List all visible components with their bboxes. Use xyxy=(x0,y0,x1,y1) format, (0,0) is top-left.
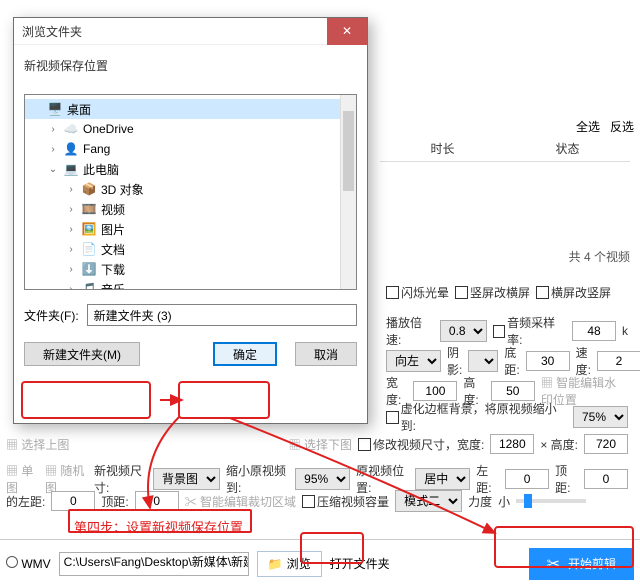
sample-rate-checkbox[interactable]: 音频采样率: xyxy=(493,314,566,348)
folder-icon: 📦 xyxy=(81,181,97,197)
tree-item[interactable]: › 🎞️视频 xyxy=(25,199,356,219)
folder-name-input[interactable] xyxy=(87,304,357,326)
expand-icon[interactable]: › xyxy=(47,144,59,155)
blur-border-checkbox[interactable]: 虚化边框背景，将原视频缩小到: xyxy=(386,400,567,434)
folder-icon: 🎵 xyxy=(81,281,97,290)
cancel-button[interactable]: 取消 xyxy=(295,342,357,366)
portrait-to-landscape-checkbox[interactable]: 竖屏改横屏 xyxy=(455,284,530,301)
folder-icon: ☁️ xyxy=(63,121,79,137)
new-folder-button[interactable]: 新建文件夹(M) xyxy=(24,342,140,366)
wm-height-input[interactable] xyxy=(491,381,535,401)
new-size-select[interactable]: 背景图 xyxy=(153,468,220,490)
close-button[interactable]: ✕ xyxy=(327,18,367,45)
tree-item-label: 视频 xyxy=(101,201,125,218)
tree-item-label: OneDrive xyxy=(83,122,134,136)
folder-icon: 📄 xyxy=(81,241,97,257)
tree-item-label: 文档 xyxy=(101,241,125,258)
tree-item[interactable]: › 👤 Fang xyxy=(25,139,356,159)
tree-item-label: Fang xyxy=(83,142,110,156)
scissors-icon: ✂ xyxy=(547,554,560,574)
video-count: 共 4 个视频 xyxy=(569,248,630,265)
resize-video-checkbox[interactable]: 修改视频尺寸，宽度: xyxy=(358,436,484,453)
select-all-checkbox[interactable]: 全选 xyxy=(576,118,600,135)
folder-icon: 🖼️ xyxy=(81,221,97,237)
dialog-subtitle: 新视频保存位置 xyxy=(14,45,367,86)
ok-button[interactable]: 确定 xyxy=(213,342,277,366)
column-headers: 时长状态 xyxy=(380,136,630,162)
expand-icon[interactable]: › xyxy=(65,264,77,275)
tree-item-label: 桌面 xyxy=(67,101,91,118)
folder-icon: 💻 xyxy=(63,161,79,177)
tree-item[interactable]: ⌄ 💻此电脑 xyxy=(25,159,356,179)
tree-item[interactable]: › 📦3D 对象 xyxy=(25,179,356,199)
shadow-select[interactable] xyxy=(468,350,498,372)
resize-width-input[interactable] xyxy=(490,434,534,454)
position-select[interactable]: 居中 xyxy=(415,468,470,490)
dialog-title: 浏览文件夹 xyxy=(22,23,82,40)
expand-icon[interactable]: › xyxy=(65,244,77,255)
top-input[interactable] xyxy=(135,491,179,511)
scrollbar[interactable] xyxy=(340,95,356,289)
left-dist-input[interactable] xyxy=(505,469,549,489)
tree-item-label: 此电脑 xyxy=(83,161,119,178)
expand-icon[interactable]: › xyxy=(47,124,59,135)
tree-item[interactable]: › 🎵 音乐 xyxy=(25,279,356,290)
tree-item[interactable]: › ☁️ OneDrive xyxy=(25,119,356,139)
folder-field-label: 文件夹(F): xyxy=(24,307,79,324)
folder-icon: 🎞️ xyxy=(81,201,97,217)
top-dist-input[interactable] xyxy=(584,469,628,489)
wmv-radio[interactable]: WMV xyxy=(6,556,51,571)
compress-mode-select[interactable]: 模式二 xyxy=(395,490,462,512)
landscape-to-portrait-checkbox[interactable]: 横屏改竖屏 xyxy=(536,284,611,301)
select-upper-btn: ▦ 选择上图 xyxy=(6,436,69,453)
expand-icon[interactable]: ⌄ xyxy=(47,164,59,175)
close-icon: ✕ xyxy=(342,24,352,38)
expand-icon[interactable]: › xyxy=(65,184,77,195)
resize-height-input[interactable] xyxy=(584,434,628,454)
wm-width-input[interactable] xyxy=(413,381,457,401)
folder-tree[interactable]: 🖥️桌面 › ☁️ OneDrive › 👤 Fang ⌄ 💻此电脑 › 📦3D 对象 › 🎞️视频 › 🖼… xyxy=(24,94,357,290)
browse-folder-dialog: 浏览文件夹 ✕ 新视频保存位置 🖥️桌面 › ☁️ OneDrive › 👤 Fang ⌄ 💻此… xyxy=(13,17,368,424)
tree-item-label: 3D 对象 xyxy=(101,181,144,198)
shimmer-checkbox[interactable]: 闪烁光晕 xyxy=(386,284,449,301)
tree-item[interactable]: › 🖼️图片 xyxy=(25,219,356,239)
strength-slider[interactable] xyxy=(516,499,586,503)
left-input[interactable] xyxy=(51,491,95,511)
bottom-distance-input[interactable] xyxy=(526,351,570,371)
smart-crop-btn: ✂ 智能编辑裁切区域 xyxy=(185,493,296,510)
compress-checkbox[interactable]: 压缩视频容量 xyxy=(302,493,389,510)
tree-item[interactable]: › 📄文档 xyxy=(25,239,356,259)
folder-icon: 🖥️ xyxy=(47,101,63,117)
tree-item-label: 图片 xyxy=(101,221,125,238)
output-path-input[interactable]: C:\Users\Fang\Desktop\新媒体\新建 xyxy=(59,552,249,576)
sample-rate-input[interactable] xyxy=(572,321,616,341)
select-lower-btn: ▦ 选择下图 xyxy=(289,436,352,453)
open-folder-checkbox[interactable]: 打开文件夹 xyxy=(330,555,390,572)
expand-icon[interactable]: › xyxy=(65,284,77,291)
folder-icon: 👤 xyxy=(63,141,79,157)
expand-icon[interactable]: › xyxy=(65,224,77,235)
start-cut-button[interactable]: ✂开始剪辑 xyxy=(529,548,634,580)
playback-speed-label: 播放倍速: xyxy=(386,314,434,348)
expand-icon[interactable]: › xyxy=(65,204,77,215)
tree-item-label: 音乐 xyxy=(101,281,125,291)
step-note: 第四步：设置新视频保存位置 xyxy=(74,517,243,536)
shrink-to-select[interactable]: 95% xyxy=(295,468,350,490)
tree-item[interactable]: 🖥️桌面 xyxy=(25,99,356,119)
tree-item-label: 下载 xyxy=(101,261,125,278)
tree-item[interactable]: › ⬇️下载 xyxy=(25,259,356,279)
direction-select[interactable]: 向左 xyxy=(386,350,441,372)
shrink-select[interactable]: 75% xyxy=(573,406,628,428)
folder-icon: 📁 xyxy=(268,557,283,571)
invert-select-checkbox[interactable]: 反选 xyxy=(610,118,634,135)
speed-input[interactable] xyxy=(597,351,640,371)
playback-speed-select[interactable]: 0.8 xyxy=(440,320,487,342)
folder-icon: ⬇️ xyxy=(81,261,97,277)
browse-button[interactable]: 📁浏览 xyxy=(257,551,322,577)
